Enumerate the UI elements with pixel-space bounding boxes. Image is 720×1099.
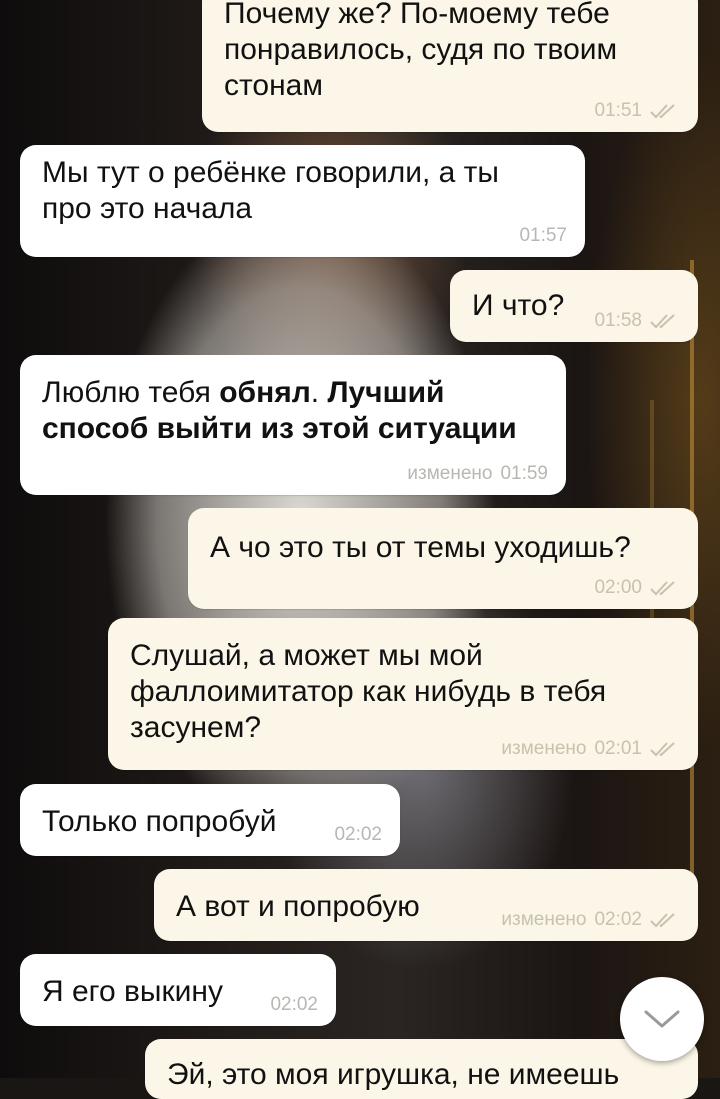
message-bubble-incoming[interactable]: Только попробуй 02:02 <box>20 784 400 856</box>
message-text: Слушай, а может мы мой фаллоимитатор как… <box>130 639 607 744</box>
message-bubble-incoming[interactable]: Я его выкину 02:02 <box>20 954 336 1026</box>
message-text: Почему же? По-моему тебе понравилось, су… <box>224 0 618 102</box>
message-bubble-outgoing[interactable]: Эй, это моя игрушка, не имеешь <box>145 1039 698 1099</box>
text-part-bold: обнял <box>219 376 311 409</box>
message-time: 01:59 <box>500 463 548 484</box>
text-part: Люблю тебя <box>42 376 220 409</box>
message-time: 02:00 <box>594 577 642 598</box>
message-bubble-outgoing[interactable]: И что? 01:58 <box>450 270 698 342</box>
double-check-icon <box>650 581 675 596</box>
message-meta: изменено 02:01 <box>501 738 680 760</box>
message-time: 02:02 <box>594 909 642 930</box>
message-text: А чо это ты от темы уходишь? <box>210 531 631 564</box>
edited-label: изменено <box>501 738 587 759</box>
message-time: 02:02 <box>270 994 318 1015</box>
message-meta: 02:02 <box>270 994 318 1016</box>
chevron-down-icon <box>644 1010 680 1028</box>
message-time: 01:51 <box>594 100 642 121</box>
message-bubble-outgoing[interactable]: Слушай, а может мы мой фаллоимитатор как… <box>108 618 698 770</box>
message-time: 02:02 <box>334 824 382 845</box>
double-check-icon <box>650 913 675 928</box>
edited-label: изменено <box>407 463 493 484</box>
message-meta: 01:51 <box>594 100 680 122</box>
message-bubble-outgoing[interactable]: А вот и попробую изменено 02:02 <box>154 869 698 941</box>
message-time: 01:57 <box>519 225 567 246</box>
message-bubble-outgoing[interactable]: Почему же? По-моему тебе понравилось, су… <box>202 0 698 132</box>
message-meta: изменено 02:02 <box>501 909 680 931</box>
message-text: Мы тут о ребёнке говорили, а ты про это … <box>42 156 499 225</box>
message-meta: 01:58 <box>594 310 680 332</box>
message-meta: 02:00 <box>594 577 680 599</box>
message-meta: 02:02 <box>334 824 382 846</box>
double-check-icon <box>650 104 675 119</box>
message-meta: изменено 01:59 <box>407 463 548 485</box>
message-time: 02:01 <box>594 738 642 759</box>
message-bubble-incoming[interactable]: Мы тут о ребёнке говорили, а ты про это … <box>20 145 585 257</box>
scroll-to-bottom-button[interactable] <box>620 977 704 1061</box>
double-check-icon <box>650 742 675 757</box>
message-text: Эй, это моя игрушка, не имеешь <box>167 1058 620 1091</box>
text-part: . <box>310 376 328 409</box>
message-meta: 01:57 <box>519 225 567 247</box>
message-bubble-outgoing[interactable]: А чо это ты от темы уходишь? 02:00 <box>188 508 698 609</box>
message-bubble-incoming[interactable]: Люблю тебя обнял. Лучший способ выйти из… <box>20 355 566 495</box>
double-check-icon <box>650 314 675 329</box>
message-text: Только попробуй <box>42 805 277 838</box>
message-text: Люблю тебя обнял. Лучший способ выйти из… <box>42 375 544 447</box>
edited-label: изменено <box>501 909 587 930</box>
message-time: 01:58 <box>594 310 642 331</box>
